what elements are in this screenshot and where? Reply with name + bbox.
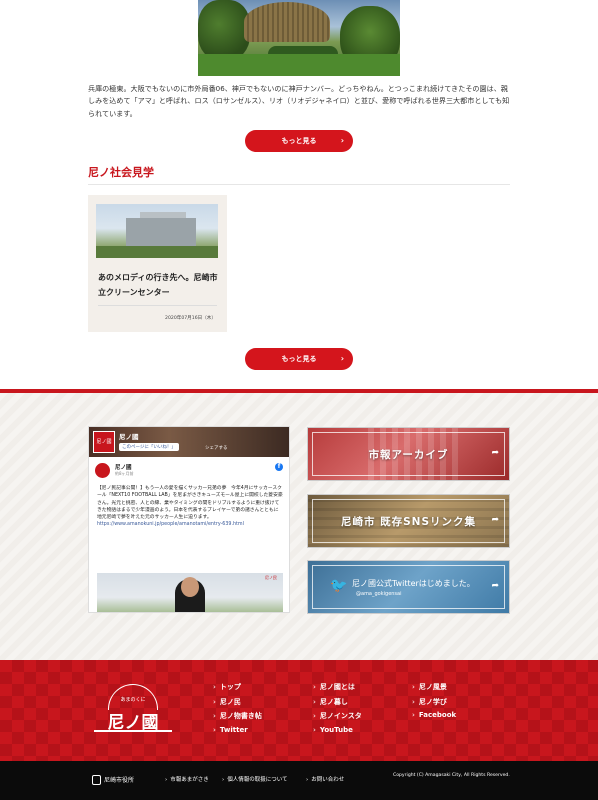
post-date: 約8ヶ月前 bbox=[115, 471, 134, 476]
facebook-cover: 尼ノ國 尼ノ國 このページに「いいね！」 シェアする bbox=[89, 427, 289, 457]
logo-subtitle: あまのくに bbox=[120, 697, 146, 703]
archive-banner[interactable]: 市報アーカイブ ➦ bbox=[307, 427, 510, 481]
city-hall-link[interactable]: 尼崎市役所 bbox=[104, 775, 134, 784]
chevron-right-icon: › bbox=[340, 136, 344, 145]
footer-link-monokaki[interactable]: 尼ノ物書き帖 bbox=[213, 711, 262, 721]
bottom-link-contact[interactable]: お問い合わせ bbox=[306, 775, 344, 783]
footer-link-instagram[interactable]: 尼ノインスタ bbox=[313, 711, 362, 721]
sns-links-banner[interactable]: 尼崎市 既存SNSリンク集 ➦ bbox=[307, 494, 510, 548]
external-link-icon: ➦ bbox=[491, 448, 499, 458]
footer-link-manabi[interactable]: 尼ノ学び bbox=[412, 697, 447, 707]
external-link-icon: ➦ bbox=[491, 515, 499, 525]
footer-link-amanotami[interactable]: 尼ノ民 bbox=[213, 697, 241, 707]
post-text: 【尼ノ民記事公開！】もう一人の愛を描くサッカー兄弟の夢 今年4月にサッカースクー… bbox=[97, 485, 283, 529]
more-button-label: もっと見る bbox=[281, 355, 317, 363]
post-avatar bbox=[95, 463, 110, 478]
footer-link-facebook[interactable]: Facebook bbox=[412, 711, 456, 719]
card-thumbnail bbox=[96, 204, 218, 258]
twitter-banner[interactable]: 🐦 尼ノ國公式Twitterはじめました。 @ama_gokigensai ➦ bbox=[307, 560, 510, 614]
card-title: あのメロディの行き先へ。尼崎市立クリーンセンター bbox=[98, 273, 218, 297]
footer-link-top[interactable]: トップ bbox=[213, 682, 241, 692]
post-author[interactable]: 尼ノ國 bbox=[115, 463, 132, 471]
bottom-bar bbox=[0, 761, 598, 800]
footer-link-twitter[interactable]: Twitter bbox=[213, 726, 248, 734]
city-emblem-icon bbox=[92, 775, 101, 785]
section-title: 尼ノ社会見学 bbox=[88, 166, 154, 179]
facebook-share-button[interactable]: シェアする bbox=[205, 445, 228, 451]
facebook-page-widget[interactable]: 尼ノ國 尼ノ國 このページに「いいね！」 シェアする 尼ノ國 約8ヶ月前 f 【… bbox=[88, 426, 290, 613]
footer-link-about[interactable]: 尼ノ國とは bbox=[313, 682, 355, 692]
external-link-icon: ➦ bbox=[491, 581, 499, 591]
article-card[interactable]: あのメロディの行き先へ。尼崎市立クリーンセンター 2020年07月16日（木） bbox=[88, 195, 227, 332]
more-button-2[interactable]: もっと見る › bbox=[245, 348, 353, 370]
facebook-like-button[interactable]: このページに「いいね！」 bbox=[119, 443, 179, 451]
bottom-link-privacy[interactable]: 個人情報の取扱について bbox=[222, 775, 287, 783]
section-divider bbox=[88, 184, 510, 185]
copyright: Copyright (C) Amagasaki City, All Rights… bbox=[393, 773, 510, 778]
footer-link-fukei[interactable]: 尼ノ風景 bbox=[412, 682, 447, 692]
facebook-page-name[interactable]: 尼ノ國 bbox=[119, 431, 139, 441]
intro-text: 兵庫の極東。大阪でもないのに市外局番06、神戸でもないのに神戸ナンバー。どっちや… bbox=[88, 84, 510, 118]
amanotami-badge: 尼ノ民 bbox=[265, 575, 277, 580]
twitter-icon: 🐦 bbox=[330, 578, 348, 594]
bottom-link-shiho[interactable]: 市報あまがさき bbox=[165, 775, 209, 783]
sns-banner-label: 尼崎市 既存SNSリンク集 bbox=[340, 515, 477, 528]
chevron-right-icon: › bbox=[340, 354, 344, 363]
footer-link-youtube[interactable]: YouTube bbox=[313, 726, 353, 734]
site-logo[interactable]: あまのくに 尼ノ國 bbox=[88, 682, 178, 742]
page-avatar: 尼ノ國 bbox=[93, 431, 115, 453]
card-divider bbox=[98, 305, 217, 306]
card-date: 2020年07月16日（木） bbox=[165, 316, 216, 321]
post-body: 【尼ノ民記事公開！】もう一人の愛を描くサッカー兄弟の夢 今年4月にサッカースクー… bbox=[97, 486, 283, 521]
facebook-icon: f bbox=[275, 463, 283, 471]
twitter-handle: @ama_gokigensai bbox=[356, 591, 402, 597]
archive-banner-label: 市報アーカイブ bbox=[368, 448, 449, 461]
twitter-banner-title: 尼ノ國公式Twitterはじめました。 bbox=[352, 579, 475, 588]
more-button[interactable]: もっと見る › bbox=[245, 130, 353, 152]
thatched-house-photo bbox=[198, 0, 400, 76]
post-link[interactable]: https://www.amanokuni.jp/people/amanotam… bbox=[97, 522, 244, 527]
footer-link-kurashi[interactable]: 尼ノ暮し bbox=[313, 697, 348, 707]
post-photo[interactable]: 尼ノ民 bbox=[97, 573, 283, 612]
more-button-label: もっと見る bbox=[281, 137, 317, 145]
